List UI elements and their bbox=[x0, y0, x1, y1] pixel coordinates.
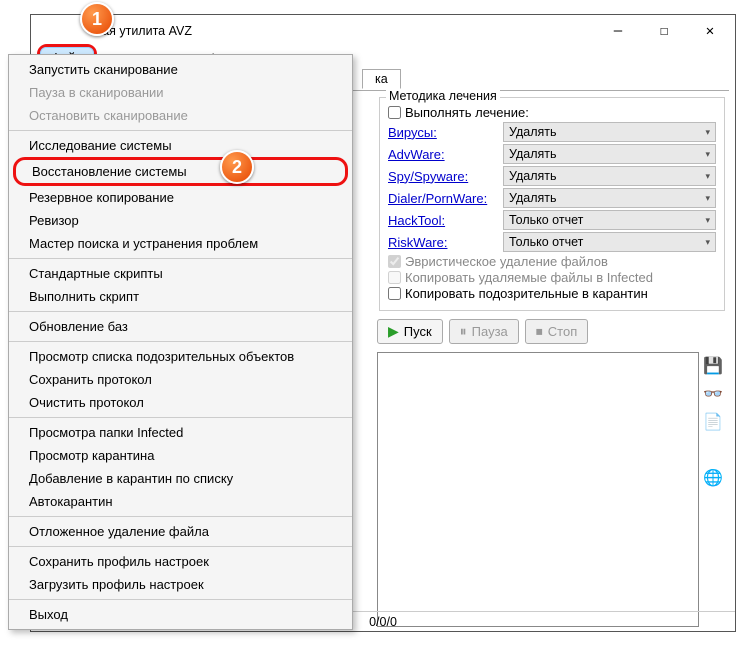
save-icon[interactable]: 💾 bbox=[703, 356, 723, 376]
treatment-title: Методика лечения bbox=[386, 89, 500, 103]
threat-combo[interactable]: Удалять▾ bbox=[503, 144, 716, 164]
file-dropdown: Запустить сканированиеПауза в сканирован… bbox=[8, 54, 353, 630]
threat-link[interactable]: Spy/Spyware: bbox=[388, 169, 503, 184]
glasses-icon[interactable]: 👓 bbox=[703, 384, 723, 404]
threat-row: Вирусы: Удалять▾ bbox=[388, 122, 716, 142]
menu-item[interactable]: Резервное копирование bbox=[9, 186, 352, 209]
stop-label: Стоп bbox=[548, 324, 577, 339]
menu-item[interactable]: Обновление баз bbox=[9, 315, 352, 338]
status-text: 0/0/0 bbox=[369, 615, 397, 629]
menu-item[interactable]: Просмотр списка подозрительных объектов bbox=[9, 345, 352, 368]
menu-item[interactable]: Стандартные скрипты bbox=[9, 262, 352, 285]
threat-combo[interactable]: Удалять▾ bbox=[503, 188, 716, 208]
play-icon: ▶ bbox=[388, 323, 399, 340]
close-button[interactable]: ✕ bbox=[687, 16, 733, 46]
menu-item[interactable]: Загрузить профиль настроек bbox=[9, 573, 352, 596]
callout-2: 2 bbox=[220, 150, 254, 184]
threat-row: HackTool: Только отчет▾ bbox=[388, 210, 716, 230]
menu-separator bbox=[9, 516, 352, 517]
doc-icon[interactable]: 📄 bbox=[703, 412, 723, 432]
threat-row: AdvWare: Удалять▾ bbox=[388, 144, 716, 164]
copy-infected-row: Копировать удаляемые файлы в Infected bbox=[388, 270, 716, 285]
log-toolbar: 💾 👓 📄 🌐 bbox=[699, 352, 727, 627]
right-panel: Методика лечения Выполнять лечение: Виру… bbox=[373, 91, 735, 631]
menu-item[interactable]: Сохранить профиль настроек bbox=[9, 550, 352, 573]
copy-infected-checkbox bbox=[388, 271, 401, 284]
menu-item[interactable]: Мастер поиска и устранения проблем bbox=[9, 232, 352, 255]
menu-separator bbox=[9, 258, 352, 259]
copy-quarantine-label: Копировать подозрительные в карантин bbox=[405, 286, 648, 301]
perform-treatment-checkbox[interactable] bbox=[388, 106, 401, 119]
menu-item[interactable]: Сохранить протокол bbox=[9, 368, 352, 391]
threat-link[interactable]: Вирусы: bbox=[388, 125, 503, 140]
log-area: 💾 👓 📄 🌐 bbox=[377, 352, 727, 627]
pause-button: ⏸ Пауза bbox=[449, 319, 519, 344]
threat-link[interactable]: RiskWare: bbox=[388, 235, 503, 250]
chevron-down-icon: ▾ bbox=[705, 215, 710, 226]
threat-link[interactable]: AdvWare: bbox=[388, 147, 503, 162]
menu-item: Остановить сканирование bbox=[9, 104, 352, 127]
treatment-groupbox: Методика лечения Выполнять лечение: Виру… bbox=[379, 97, 725, 311]
stop-button: ⏹ Стоп bbox=[525, 319, 588, 344]
threat-combo[interactable]: Только отчет▾ bbox=[503, 210, 716, 230]
threat-link[interactable]: HackTool: bbox=[388, 213, 503, 228]
callout-1: 1 bbox=[80, 2, 114, 36]
window-controls: — ☐ ✕ bbox=[595, 16, 733, 46]
chevron-down-icon: ▾ bbox=[705, 149, 710, 160]
menu-separator bbox=[9, 599, 352, 600]
menu-separator bbox=[9, 341, 352, 342]
chevron-down-icon: ▾ bbox=[705, 193, 710, 204]
threat-row: Spy/Spyware: Удалять▾ bbox=[388, 166, 716, 186]
copy-quarantine-row: Копировать подозрительные в карантин bbox=[388, 286, 716, 301]
globe-icon[interactable]: 🌐 bbox=[703, 468, 723, 488]
titlebar: сная утилита AVZ — ☐ ✕ bbox=[31, 15, 735, 47]
log-textbox[interactable] bbox=[377, 352, 699, 627]
menu-item[interactable]: Выход bbox=[9, 603, 352, 626]
start-label: Пуск bbox=[404, 324, 432, 339]
pause-icon: ⏸ bbox=[460, 323, 467, 340]
start-button[interactable]: ▶ Пуск bbox=[377, 319, 443, 344]
menu-item[interactable]: Запустить сканирование bbox=[9, 58, 352, 81]
menu-separator bbox=[9, 311, 352, 312]
threat-row: Dialer/PornWare: Удалять▾ bbox=[388, 188, 716, 208]
chevron-down-icon: ▾ bbox=[705, 171, 710, 182]
stop-icon: ⏹ bbox=[536, 323, 543, 340]
menu-item-system-research[interactable]: Исследование системы bbox=[9, 134, 352, 157]
heuristic-checkbox bbox=[388, 255, 401, 268]
chevron-down-icon: ▾ bbox=[705, 127, 710, 138]
menu-item[interactable]: Просмотр карантина bbox=[9, 444, 352, 467]
menu-item[interactable]: Автокарантин bbox=[9, 490, 352, 513]
copy-infected-label: Копировать удаляемые файлы в Infected bbox=[405, 270, 653, 285]
menu-item[interactable]: Выполнить скрипт bbox=[9, 285, 352, 308]
threat-row: RiskWare: Только отчет▾ bbox=[388, 232, 716, 252]
menu-item[interactable]: Добавление в карантин по списку bbox=[9, 467, 352, 490]
threat-combo[interactable]: Удалять▾ bbox=[503, 122, 716, 142]
chevron-down-icon: ▾ bbox=[705, 237, 710, 248]
callout-restore-outline: Восстановление системы bbox=[13, 157, 348, 186]
maximize-button[interactable]: ☐ bbox=[641, 16, 687, 46]
perform-treatment-label: Выполнять лечение: bbox=[405, 105, 529, 120]
threat-link[interactable]: Dialer/PornWare: bbox=[388, 191, 503, 206]
menu-separator bbox=[9, 130, 352, 131]
menu-item[interactable]: Просмотра папки Infected bbox=[9, 421, 352, 444]
copy-quarantine-checkbox[interactable] bbox=[388, 287, 401, 300]
menu-item[interactable]: Очистить протокол bbox=[9, 391, 352, 414]
menu-separator bbox=[9, 546, 352, 547]
menu-item: Пауза в сканировании bbox=[9, 81, 352, 104]
window-title: сная утилита AVZ bbox=[39, 24, 595, 38]
minimize-button[interactable]: — bbox=[595, 16, 641, 46]
run-buttons: ▶ Пуск ⏸ Пауза ⏹ Стоп bbox=[377, 319, 727, 344]
menu-item[interactable]: Ревизор bbox=[9, 209, 352, 232]
menu-item-system-restore[interactable]: Восстановление системы bbox=[16, 160, 345, 183]
pause-label: Пауза bbox=[472, 324, 508, 339]
heuristic-label: Эвристическое удаление файлов bbox=[405, 254, 608, 269]
threat-combo[interactable]: Только отчет▾ bbox=[503, 232, 716, 252]
heuristic-row: Эвристическое удаление файлов bbox=[388, 254, 716, 269]
tab-truncated[interactable]: ка bbox=[362, 69, 401, 89]
threat-combo[interactable]: Удалять▾ bbox=[503, 166, 716, 186]
perform-treatment-row: Выполнять лечение: bbox=[388, 105, 716, 120]
menu-separator bbox=[9, 417, 352, 418]
menu-item[interactable]: Отложенное удаление файла bbox=[9, 520, 352, 543]
